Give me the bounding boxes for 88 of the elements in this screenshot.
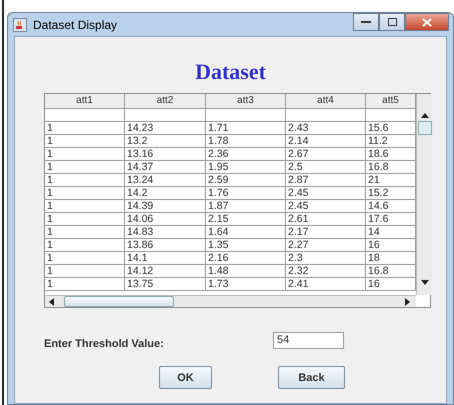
vertical-scroll-thumb[interactable]: [418, 121, 432, 135]
table-cell: 13.16: [125, 148, 206, 161]
table-cell: 15.2: [366, 187, 416, 200]
minimize-icon: [361, 20, 371, 24]
table-cell: 1.73: [206, 278, 286, 291]
table-cell: 18: [366, 252, 416, 265]
table-cell: 21: [366, 174, 416, 187]
table-cell: 13.2: [125, 135, 206, 148]
table-cell: 13.75: [125, 278, 206, 291]
table-cell: 2.27: [286, 239, 366, 252]
table-cell: 2.45: [286, 187, 366, 200]
table-cell: 14.23: [125, 122, 206, 135]
table-cell: 14: [366, 226, 416, 239]
column-header[interactable]: att4: [286, 94, 366, 108]
minimize-button[interactable]: [353, 13, 379, 31]
table-cell: 2.67: [286, 148, 366, 161]
table-cell: 16: [366, 239, 416, 252]
threshold-field[interactable]: 54: [273, 332, 344, 348]
threshold-label: Enter Threshold Value:: [44, 338, 165, 350]
table-cell: 2.61: [286, 213, 366, 226]
table-cell: 14.2: [125, 187, 206, 200]
maximize-button[interactable]: [379, 13, 405, 31]
table-cell: 2.32: [286, 265, 366, 278]
table-cell: 1: [45, 148, 125, 161]
table-cell: 2.3: [286, 252, 366, 265]
table-cell: 14.39: [125, 200, 206, 213]
table-cell: 1: [45, 239, 125, 252]
coffee-cup-icon: [13, 18, 27, 32]
table-cell: 1: [45, 226, 125, 239]
table-cell: 1: [45, 278, 125, 291]
table-cell: 17.6: [366, 213, 416, 226]
table-cell: 14.12: [125, 265, 206, 278]
table-cell: 16: [366, 278, 416, 291]
table-cell: 14.83: [125, 226, 206, 239]
table-cell: 2.5: [286, 161, 366, 174]
table-cell: 2.41: [286, 278, 366, 291]
table-cell: 2.36: [206, 148, 286, 161]
table-cell: 1: [45, 161, 125, 174]
table-cell: 1: [45, 122, 125, 135]
table-cell: 11.2: [366, 135, 416, 148]
column-header[interactable]: att1: [45, 94, 125, 108]
table-cell: 2.43: [286, 122, 366, 135]
dataset-heading: Dataset: [194, 59, 267, 85]
table-cell: 13.24: [125, 174, 206, 187]
table-cell: 1: [45, 174, 125, 187]
scroll-up-icon[interactable]: [420, 113, 428, 118]
table-cell: 16.8: [366, 161, 416, 174]
table-cell: 1.87: [206, 200, 286, 213]
scroll-down-icon[interactable]: [420, 280, 428, 285]
table-cell: 2.17: [286, 226, 366, 239]
table-cell: 1: [45, 187, 125, 200]
table-cell: 14.06: [125, 213, 206, 226]
table-cell: 14.1: [125, 252, 206, 265]
column-header[interactable]: att3: [206, 94, 286, 108]
ok-button[interactable]: OK: [159, 366, 212, 389]
table-cell: 1: [45, 265, 125, 278]
table-cell: 1.95: [206, 161, 286, 174]
table-cell: 1.48: [206, 265, 286, 278]
maximize-icon: [388, 18, 396, 26]
table-cell: 13.86: [125, 239, 206, 252]
table-cell: 2.16: [206, 252, 286, 265]
table-cell: 16.8: [366, 265, 416, 278]
table-cell: 1: [45, 200, 125, 213]
table-cell: 15.6: [366, 122, 416, 135]
table-cell: 1.64: [206, 226, 286, 239]
table-cell: 2.87: [286, 174, 366, 187]
column-header[interactable]: att2: [125, 94, 206, 108]
table-cell: 1.71: [206, 122, 286, 135]
horizontal-scroll-thumb[interactable]: [64, 296, 174, 307]
table-cell: 1: [45, 213, 125, 226]
table-cell: 18.6: [366, 148, 416, 161]
table-cell: 1.76: [206, 187, 286, 200]
close-icon: [422, 18, 432, 26]
table-cell: 1: [45, 252, 125, 265]
table-cell: 1.78: [206, 135, 286, 148]
scroll-right-icon[interactable]: [405, 298, 410, 306]
table-cell: 14.37: [125, 161, 206, 174]
table-cell: 1.35: [206, 239, 286, 252]
scroll-left-icon[interactable]: [49, 298, 54, 306]
table-cell: 1: [45, 135, 125, 148]
window-title: Dataset Display: [33, 18, 118, 32]
table-cell: 2.14: [286, 135, 366, 148]
back-button[interactable]: Back: [278, 366, 345, 389]
table-cell: 2.15: [206, 213, 286, 226]
table-cell: 2.45: [286, 200, 366, 213]
table-cell: 14.6: [366, 200, 416, 213]
close-button[interactable]: [405, 13, 449, 31]
table-cell: 2.59: [206, 174, 286, 187]
